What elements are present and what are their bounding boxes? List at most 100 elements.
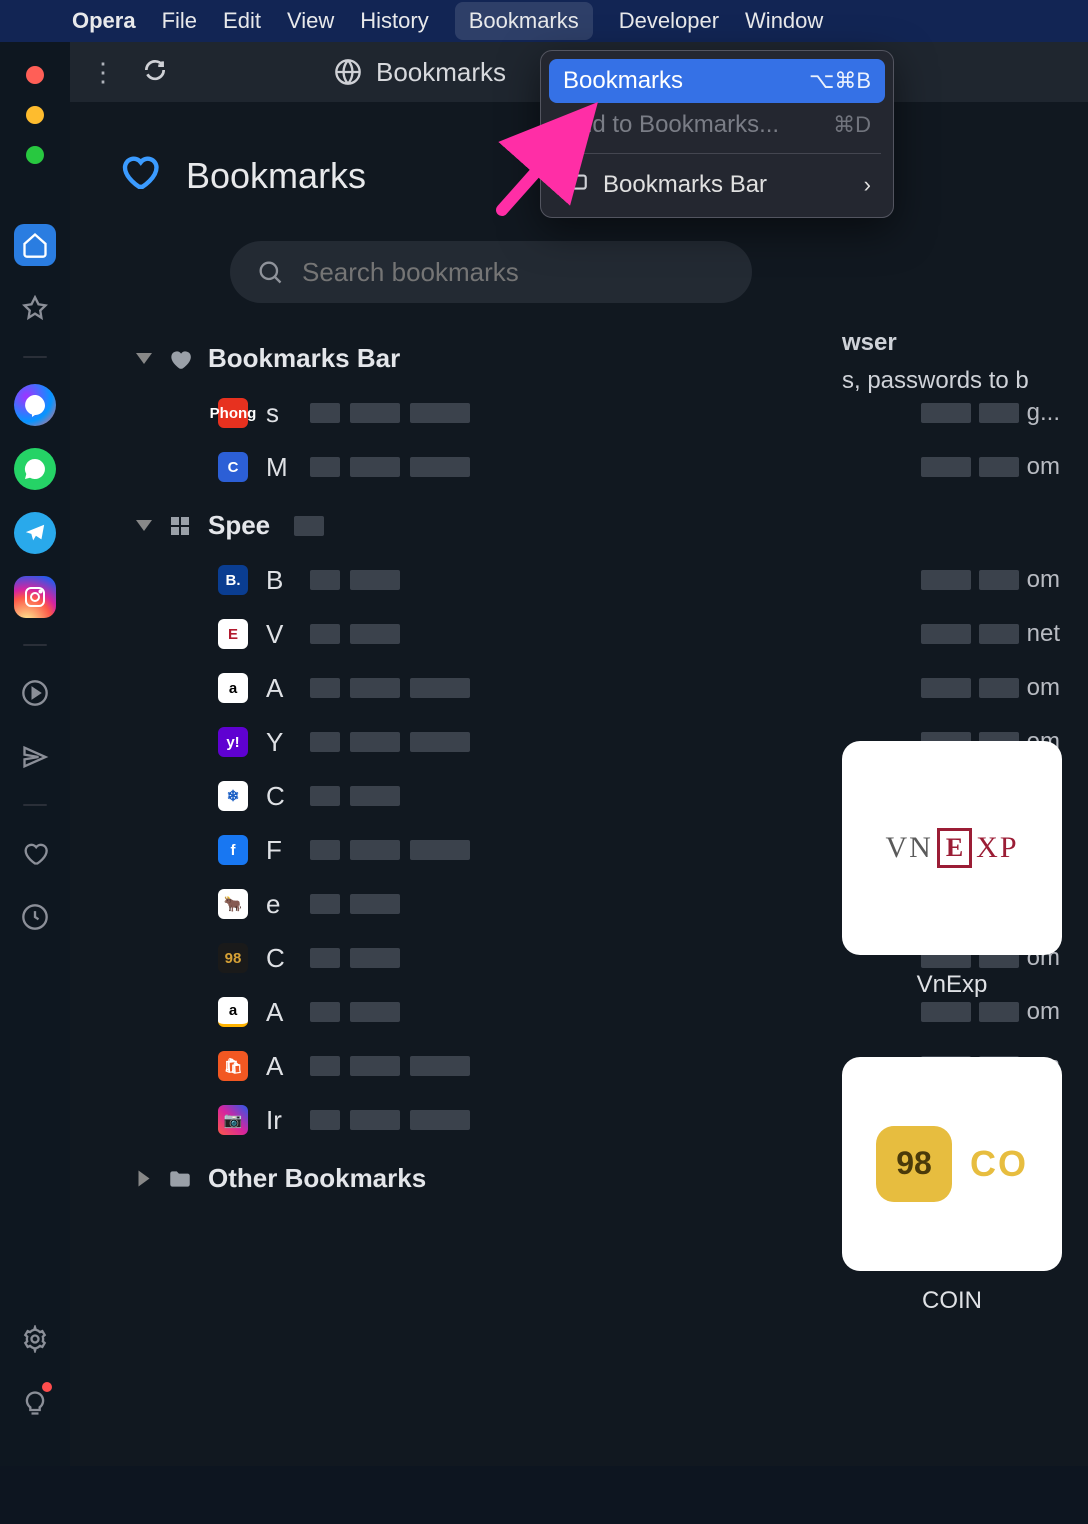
menu-developer[interactable]: Developer <box>619 8 719 34</box>
telegram-icon[interactable] <box>14 512 56 554</box>
dropdown-bookmarks-label: Bookmarks <box>563 67 683 95</box>
window-minimize-button[interactable] <box>26 106 44 124</box>
bookmark-title: e <box>266 889 286 920</box>
redacted-text <box>310 624 400 644</box>
card-label-coin: COIN <box>842 1287 1062 1315</box>
speed-dial-card-vnexp[interactable]: VN E XP <box>842 741 1062 955</box>
bookmark-title: Ir <box>266 1105 286 1136</box>
bookmark-title: F <box>266 835 286 866</box>
redacted-text <box>310 840 470 860</box>
menu-history[interactable]: History <box>360 8 428 34</box>
bookmark-title: s <box>266 398 286 429</box>
redacted-text <box>310 1056 470 1076</box>
favicon-icon: f <box>218 835 248 865</box>
dropdown-add-shortcut: ⌘D <box>833 112 871 138</box>
search-bookmarks[interactable] <box>230 241 752 303</box>
window-close-button[interactable] <box>26 66 44 84</box>
bookmark-title: A <box>266 673 286 704</box>
bookmark-title: V <box>266 619 286 650</box>
send-icon[interactable] <box>14 736 56 778</box>
folder-icon <box>166 1165 194 1193</box>
sidebar-separator <box>23 356 47 358</box>
redacted-text <box>310 786 400 806</box>
star-icon[interactable] <box>14 288 56 330</box>
favicon-icon: C <box>218 452 248 482</box>
bookmark-title: A <box>266 1051 286 1082</box>
disclosure-triangle-icon[interactable] <box>136 353 152 364</box>
tab-title: Bookmarks <box>376 57 506 88</box>
menu-file[interactable]: File <box>162 8 197 34</box>
right-line1: wser <box>842 324 1062 362</box>
heart-sidebar-icon[interactable] <box>14 832 56 874</box>
favicon-icon: a <box>218 673 248 703</box>
redacted-text <box>310 570 400 590</box>
section-label: Bookmarks Bar <box>208 343 400 374</box>
dropdown-bar-label: Bookmarks Bar <box>603 171 767 199</box>
current-tab[interactable]: Bookmarks <box>334 57 506 88</box>
favicon-icon: 🐂 <box>218 889 248 919</box>
favicon-icon: Phong <box>218 398 248 428</box>
redacted-text <box>310 732 470 752</box>
search-icon <box>256 258 284 286</box>
redacted-text <box>310 1110 470 1130</box>
speed-dial-card-coin[interactable]: 98 CO <box>842 1057 1062 1271</box>
favicon-icon: y! <box>218 727 248 757</box>
chevron-right-icon: › <box>864 172 871 198</box>
home-icon[interactable] <box>14 224 56 266</box>
menu-bookmarks[interactable]: Bookmarks <box>455 2 593 40</box>
bulb-icon[interactable] <box>14 1382 56 1424</box>
favicon-icon: ❄ <box>218 781 248 811</box>
annotation-arrow <box>492 100 612 225</box>
messenger-icon[interactable] <box>14 384 56 426</box>
left-sidebar <box>0 42 70 1466</box>
reload-button[interactable] <box>142 57 168 88</box>
redacted-text <box>310 403 470 423</box>
menu-view[interactable]: View <box>287 8 334 34</box>
bookmark-title: M <box>266 452 286 483</box>
bookmark-title: A <box>266 997 286 1028</box>
favicon-icon: E <box>218 619 248 649</box>
section-label: Other Bookmarks <box>208 1163 426 1194</box>
right-line2: s, passwords to b <box>842 362 1062 400</box>
app-name-menu[interactable]: Opera <box>72 8 136 34</box>
redacted-text <box>310 457 470 477</box>
menu-window[interactable]: Window <box>745 8 823 34</box>
sidebar-separator-3 <box>23 804 47 806</box>
notification-dot-icon <box>42 1382 52 1392</box>
start-page-peek: wser s, passwords to b VN E XP VnExp 98 … <box>842 324 1062 1524</box>
redacted-text <box>310 948 400 968</box>
menu-edit[interactable]: Edit <box>223 8 261 34</box>
bookmark-title: Y <box>266 727 286 758</box>
dropdown-bookmarks[interactable]: Bookmarks ⌥⌘B <box>549 59 885 103</box>
window-zoom-button[interactable] <box>26 146 44 164</box>
bookmark-title: C <box>266 943 286 974</box>
page-heart-icon <box>118 150 160 201</box>
dropdown-bookmarks-shortcut: ⌥⌘B <box>809 68 871 94</box>
redacted-text <box>310 678 470 698</box>
bookmark-title: B <box>266 565 286 596</box>
whatsapp-icon[interactable] <box>14 448 56 490</box>
card-label-vnexp: VnExp <box>842 971 1062 999</box>
search-input[interactable] <box>302 257 726 288</box>
instagram-icon[interactable] <box>14 576 56 618</box>
redacted-text <box>310 1002 400 1022</box>
settings-icon[interactable] <box>14 1318 56 1360</box>
favicon-icon: 🛍 <box>218 1051 248 1081</box>
favicon-icon: 📷 <box>218 1105 248 1135</box>
favicon-icon: a <box>218 997 248 1027</box>
history-icon[interactable] <box>14 896 56 938</box>
sidebar-separator-2 <box>23 644 47 646</box>
play-icon[interactable] <box>14 672 56 714</box>
disclosure-triangle-icon[interactable] <box>136 520 152 531</box>
section-label: Spee <box>208 510 270 541</box>
more-icon[interactable]: ⋮ <box>90 57 116 88</box>
page-title: Bookmarks <box>186 155 366 197</box>
disclosure-triangle-icon[interactable] <box>139 1171 150 1187</box>
grid-icon <box>166 512 194 540</box>
bookmark-title: C <box>266 781 286 812</box>
bookmarks-page: Bookmarks Bookmarks BarPhongsg...CMomSpe… <box>70 102 1088 1466</box>
mac-menu-bar: Opera File Edit View History Bookmarks D… <box>0 0 1088 42</box>
favicon-icon: B. <box>218 565 248 595</box>
heart-icon <box>166 345 194 373</box>
redacted-text <box>310 894 400 914</box>
